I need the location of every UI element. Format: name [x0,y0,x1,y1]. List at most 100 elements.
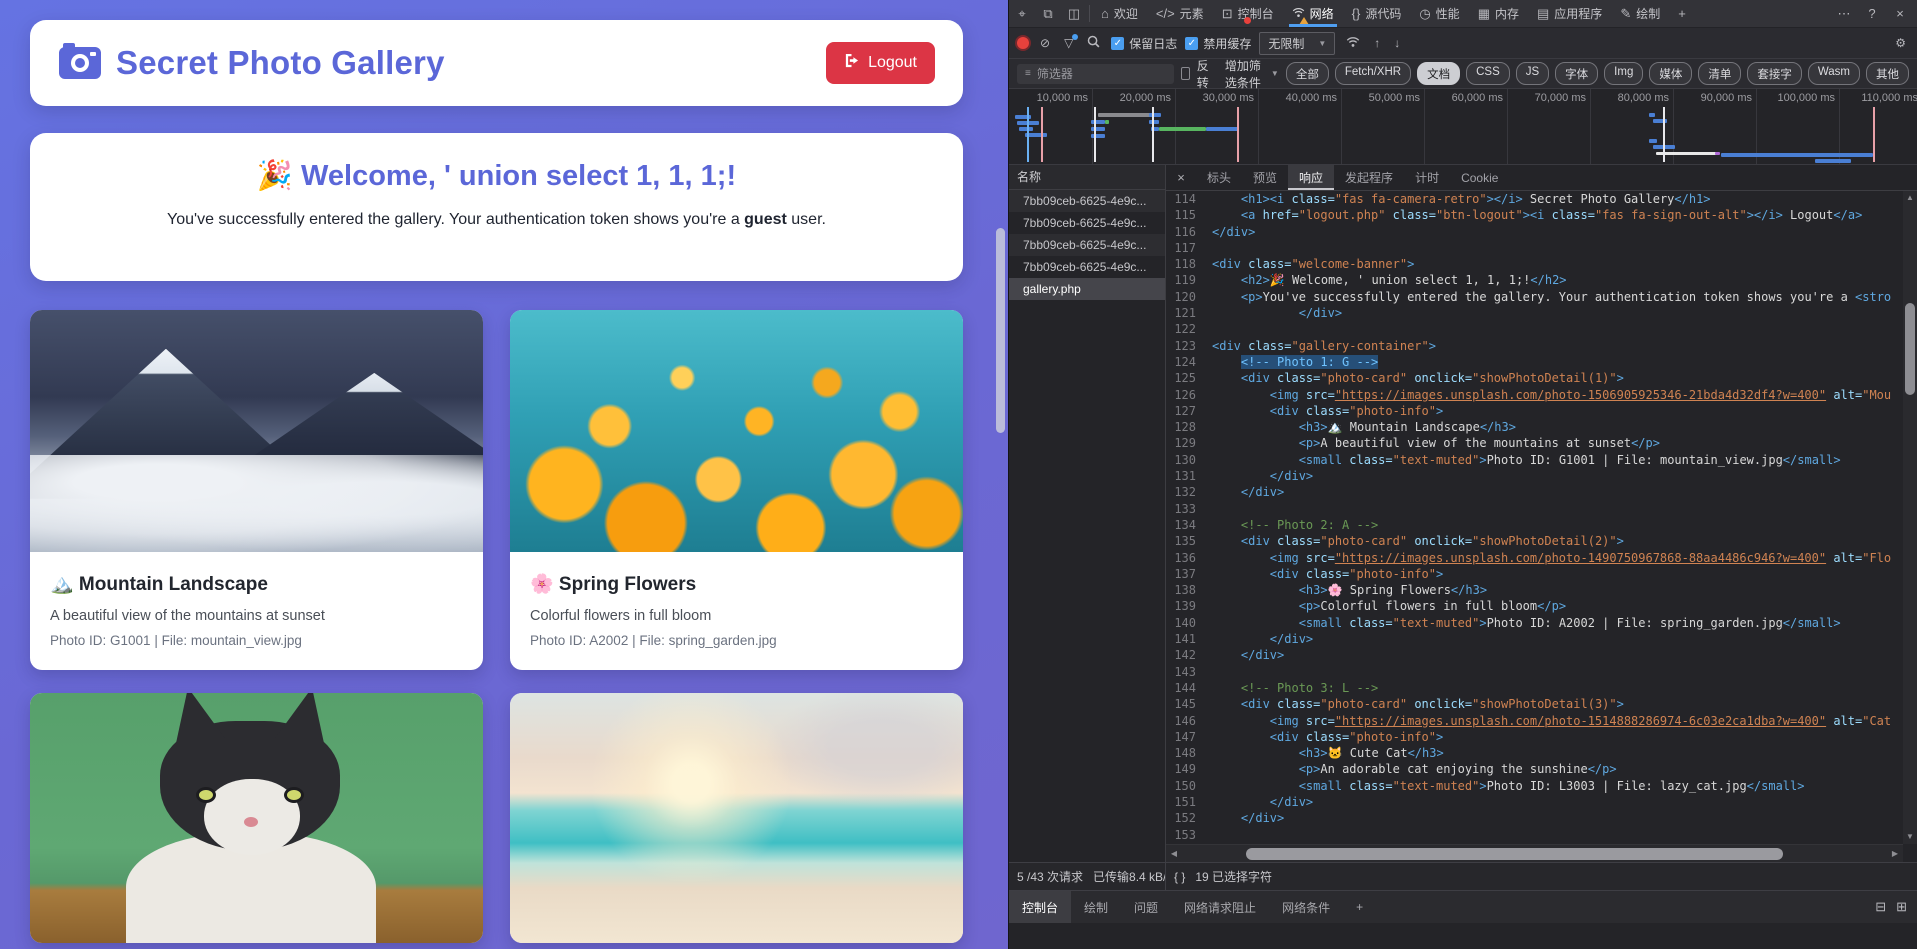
code-text: </div> [1212,794,1313,810]
drawer-tab-网络请求阻止[interactable]: 网络请求阻止 [1171,891,1269,923]
close-icon[interactable]: × [1887,6,1913,21]
waterfall-bar [1653,119,1667,123]
console-icon: ⊡ [1222,6,1233,22]
horizontal-scrollbar-thumb[interactable] [1246,848,1783,860]
filter-chip-媒体[interactable]: 媒体 [1649,62,1692,85]
request-row[interactable]: 7bb09ceb-6625-4e9c... [1009,234,1165,256]
horizontal-scrollbar[interactable]: ◀ ▶ [1166,844,1903,862]
close-icon[interactable]: × [1166,165,1196,190]
scroll-up-icon[interactable]: ▲ [1903,191,1917,205]
request-row[interactable]: gallery.php [1009,278,1165,300]
detail-tab-预览[interactable]: 预览 [1242,165,1288,190]
filter-chip-CSS[interactable]: CSS [1466,62,1510,85]
tab-elements[interactable]: </>元素 [1147,0,1213,27]
preserve-log-checkbox[interactable]: ✓ [1111,37,1124,50]
drawer-tab-绘制[interactable]: 绘制 [1071,891,1121,923]
search-icon[interactable] [1084,35,1103,51]
filter-chip-文档[interactable]: 文档 [1417,62,1460,85]
filter-chip-Img[interactable]: Img [1604,62,1643,85]
focus-mode-icon[interactable]: ◫ [1061,0,1087,27]
disable-cache-checkbox[interactable]: ✓ [1185,37,1198,50]
disable-cache-toggle[interactable]: ✓ 禁用缓存 [1185,35,1251,52]
request-row[interactable]: 7bb09ceb-6625-4e9c... [1009,190,1165,212]
tab-network[interactable]: 网络 [1283,0,1343,27]
drawer-tab-控制台[interactable]: 控制台 [1009,891,1071,923]
tab-application[interactable]: ▤应用程序 [1528,0,1611,27]
tab-paint[interactable]: ✎绘制 [1611,0,1669,27]
filter-chip-Fetch/XHR[interactable]: Fetch/XHR [1335,62,1411,85]
invert-checkbox[interactable] [1181,67,1190,80]
camera-icon [58,42,102,85]
request-row[interactable]: 7bb09ceb-6625-4e9c... [1009,256,1165,278]
page-scrollbar[interactable] [996,0,1005,949]
scroll-right-icon[interactable]: ▶ [1887,845,1903,862]
cat-eye [196,787,216,803]
photo-card[interactable]: 🌸 Spring FlowersColorful flowers in full… [510,310,963,670]
filter-chip-字体[interactable]: 字体 [1555,62,1598,85]
code-text: <div class="photo-info"> [1212,566,1443,582]
detail-tab-响应[interactable]: 响应 [1288,165,1334,190]
inspect-element-icon[interactable]: ⌖ [1009,0,1035,27]
export-har-icon[interactable]: ↓ [1391,36,1403,50]
filter-chip-全部[interactable]: 全部 [1286,62,1329,85]
line-number: 150 [1166,778,1212,794]
code-line: 123<div class="gallery-container"> [1166,338,1903,354]
more-filters-button[interactable]: 增加筛选条件 ▼ [1225,57,1279,91]
photo-card[interactable] [510,693,963,943]
page-scrollbar-thumb[interactable] [996,228,1005,433]
network-conditions-icon[interactable] [1343,36,1363,51]
drawer-tab-问题[interactable]: 问题 [1121,891,1171,923]
photo-card[interactable]: 🏔️ Mountain LandscapeA beautiful view of… [30,310,483,670]
drawer-tab-网络条件[interactable]: 网络条件 [1269,891,1343,923]
help-icon[interactable]: ? [1859,6,1885,21]
vertical-scrollbar-thumb[interactable] [1905,303,1915,395]
scroll-left-icon[interactable]: ◀ [1166,845,1182,862]
tab-performance[interactable]: ◷性能 [1410,0,1468,27]
filter-chip-套接字[interactable]: 套接字 [1747,62,1802,85]
filter-chip-其他[interactable]: 其他 [1866,62,1909,85]
error-badge-icon [1244,17,1251,24]
timeline-tick-label: 80,000 ms [1618,92,1669,104]
code-line: 115 <a href="logout.php" class="btn-logo… [1166,207,1903,223]
issues-counter-icon[interactable]: ⊟ [1875,899,1886,915]
expand-drawer-icon[interactable]: ⊞ [1896,899,1907,915]
preserve-log-toggle[interactable]: ✓ 保留日志 [1111,35,1177,52]
tab-sources[interactable]: {}源代码 [1343,0,1411,27]
photo-meta: Photo ID: G1001 | File: mountain_view.jp… [50,633,463,648]
detail-tab-发起程序[interactable]: 发起程序 [1334,165,1404,190]
filter-chip-清单[interactable]: 清单 [1698,62,1741,85]
logout-button[interactable]: Logout [826,42,935,84]
more-icon[interactable]: ⋯ [1831,6,1857,22]
gear-icon[interactable]: ⚙ [1892,36,1909,50]
filter-icon[interactable]: ▽ [1061,36,1076,50]
detail-tab-计时[interactable]: 计时 [1404,165,1450,190]
tab-home[interactable]: ⌂欢迎 [1092,0,1147,27]
network-overview-timeline[interactable]: 10,000 ms20,000 ms30,000 ms40,000 ms50,0… [1009,89,1917,165]
drawer-add-tab[interactable]: + [1343,891,1376,923]
detail-tab-Cookie[interactable]: Cookie [1450,165,1509,190]
code-text: <h1><i class="fas fa-camera-retro"></i> … [1212,191,1711,207]
vertical-scrollbar[interactable]: ▲ ▼ [1903,191,1917,844]
tab-add-tab[interactable]: + [1669,0,1695,27]
code-text: <img src="https://images.unsplash.com/ph… [1212,387,1891,403]
device-emulation-icon[interactable]: ⧉ [1035,0,1061,27]
code-line: 148 <h3>🐱 Cute Cat</h3> [1166,745,1903,761]
code-line: 147 <div class="photo-info"> [1166,729,1903,745]
tab-console[interactable]: ⊡控制台 [1213,0,1283,27]
waterfall-bar [1206,127,1238,131]
throttling-select[interactable]: 无限制 ▼ [1259,32,1335,55]
filter-chip-Wasm[interactable]: Wasm [1808,62,1860,85]
import-har-icon[interactable]: ↑ [1371,36,1383,50]
tab-memory[interactable]: ▦内存 [1469,0,1528,27]
photo-card[interactable] [30,693,483,943]
line-number: 125 [1166,370,1212,386]
request-row[interactable]: 7bb09ceb-6625-4e9c... [1009,212,1165,234]
response-code-viewer[interactable]: 114 <h1><i class="fas fa-camera-retro"><… [1166,191,1903,844]
filter-chip-JS[interactable]: JS [1516,62,1549,85]
scroll-down-icon[interactable]: ▼ [1903,830,1917,844]
record-button[interactable] [1017,37,1029,49]
detail-tab-标头[interactable]: 标头 [1196,165,1242,190]
code-text: <small class="text-muted">Photo ID: G100… [1212,452,1841,468]
filter-input[interactable]: ≡ 筛选器 [1017,64,1174,84]
clear-icon[interactable]: ⊘ [1037,36,1053,50]
